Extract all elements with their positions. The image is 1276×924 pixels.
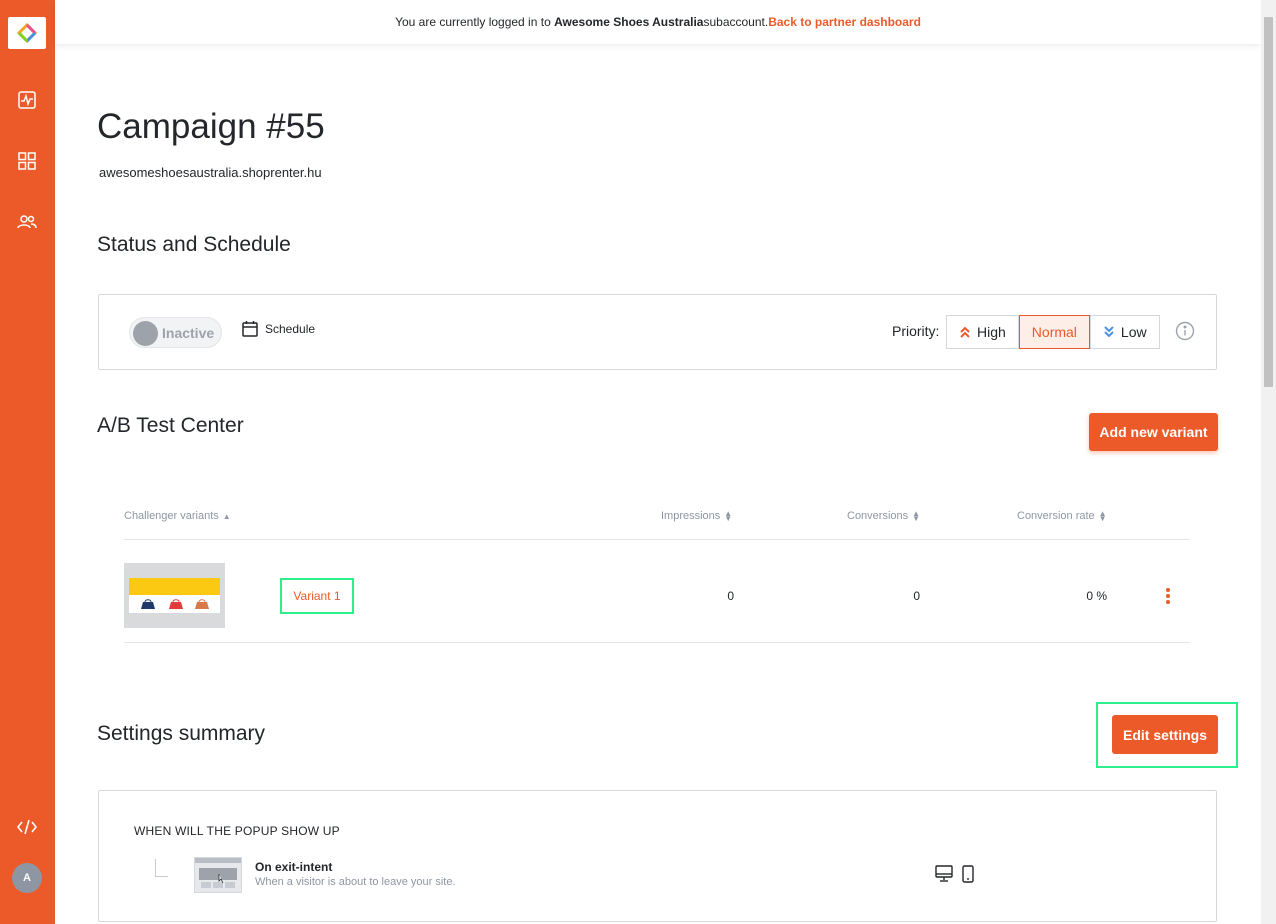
popup-trigger-section-title: WHEN WILL THE POPUP SHOW UP — [134, 824, 340, 838]
ab-test-heading: A/B Test Center — [97, 414, 244, 437]
grid-icon[interactable] — [16, 150, 38, 172]
double-chevron-down-icon — [1104, 326, 1114, 338]
variant-conversions: 0 — [913, 589, 920, 603]
variant-thumbnail[interactable] — [124, 563, 225, 628]
table-divider — [124, 642, 1190, 643]
status-schedule-panel: Inactive Schedule Priority: High Normal … — [98, 294, 1217, 370]
users-icon[interactable] — [16, 211, 38, 233]
desktop-icon — [935, 865, 953, 887]
app-logo[interactable] — [8, 17, 46, 49]
mobile-icon — [962, 865, 974, 888]
exit-intent-illustration — [194, 857, 242, 893]
toggle-label: Inactive — [162, 325, 215, 341]
column-header-conversion-rate[interactable]: Conversion rate ▲ ▼ — [1017, 509, 1107, 523]
campaign-domain: awesomeshoesaustralia.shoprenter.hu — [99, 165, 322, 180]
variant-1-link[interactable]: Variant 1 — [280, 578, 354, 614]
sort-icon: ▲ ▼ — [1098, 509, 1107, 523]
calendar-icon — [242, 321, 258, 337]
column-header-conversions-label: Conversions — [847, 510, 909, 522]
thumbnail-products-image — [141, 599, 209, 609]
edit-settings-highlight: Edit settings — [1096, 702, 1238, 768]
priority-high-label: High — [977, 324, 1006, 340]
thumbnail-popup-preview — [129, 578, 220, 613]
edit-settings-button[interactable]: Edit settings — [1112, 715, 1218, 754]
variant-impressions: 0 — [727, 589, 734, 603]
subaccount-banner: You are currently logged in to Awesome S… — [55, 0, 1261, 44]
banner-account-name: Awesome Shoes Australia — [554, 15, 704, 29]
double-chevron-up-icon — [960, 326, 970, 338]
trigger-title: On exit-intent — [255, 860, 333, 874]
page-scrollbar[interactable] — [1261, 0, 1276, 924]
toggle-knob — [133, 321, 158, 346]
column-header-conversion-rate-label: Conversion rate — [1017, 510, 1095, 522]
status-schedule-heading: Status and Schedule — [97, 233, 291, 256]
add-new-variant-button[interactable]: Add new variant — [1089, 413, 1218, 451]
thumbnail-banner — [129, 578, 220, 595]
column-header-conversions[interactable]: Conversions ▲ ▼ — [847, 509, 921, 523]
priority-selector: High Normal Low — [946, 315, 1160, 349]
priority-normal-button[interactable]: Normal — [1018, 315, 1090, 349]
priority-low-label: Low — [1120, 324, 1147, 340]
back-to-partner-dashboard-link[interactable]: Back to partner dashboard — [768, 15, 921, 29]
banner-prefix: You are currently logged in to — [395, 15, 551, 29]
column-header-impressions[interactable]: Impressions ▲ ▼ — [661, 509, 733, 523]
column-header-variants-label: Challenger variants — [124, 510, 219, 522]
table-divider — [124, 539, 1190, 540]
banner-suffix: subaccount. — [703, 15, 769, 29]
sort-asc-icon: ▲ — [222, 511, 231, 521]
column-header-impressions-label: Impressions — [661, 510, 721, 522]
priority-normal-label: Normal — [1031, 324, 1077, 340]
info-icon[interactable] — [1175, 321, 1195, 346]
trigger-description: When a visitor is about to leave your si… — [255, 876, 456, 888]
variant-conversion-rate: 0 % — [1086, 589, 1107, 603]
sort-icon: ▲ ▼ — [912, 509, 921, 523]
scrollbar-thumb[interactable] — [1264, 17, 1273, 387]
more-options-icon[interactable] — [1166, 588, 1170, 606]
settings-summary-panel: WHEN WILL THE POPUP SHOW UP On exit-inte… — [98, 790, 1217, 922]
tree-connector — [155, 859, 168, 877]
priority-high-button[interactable]: High — [946, 315, 1019, 349]
avatar[interactable]: A — [12, 863, 42, 893]
priority-label: Priority: — [892, 323, 940, 339]
page-title: Campaign #55 — [97, 107, 325, 146]
settings-summary-heading: Settings summary — [97, 722, 266, 745]
schedule-label: Schedule — [265, 321, 316, 336]
sort-icon: ▲ ▼ — [724, 509, 733, 523]
schedule-button[interactable]: Schedule — [242, 320, 315, 337]
column-header-variants[interactable]: Challenger variants ▲ — [124, 510, 231, 522]
sidebar: A — [0, 0, 55, 924]
code-icon[interactable] — [16, 816, 38, 838]
priority-low-button[interactable]: Low — [1089, 315, 1160, 349]
analytics-icon[interactable] — [16, 89, 38, 111]
campaign-status-toggle[interactable]: Inactive — [129, 317, 222, 348]
